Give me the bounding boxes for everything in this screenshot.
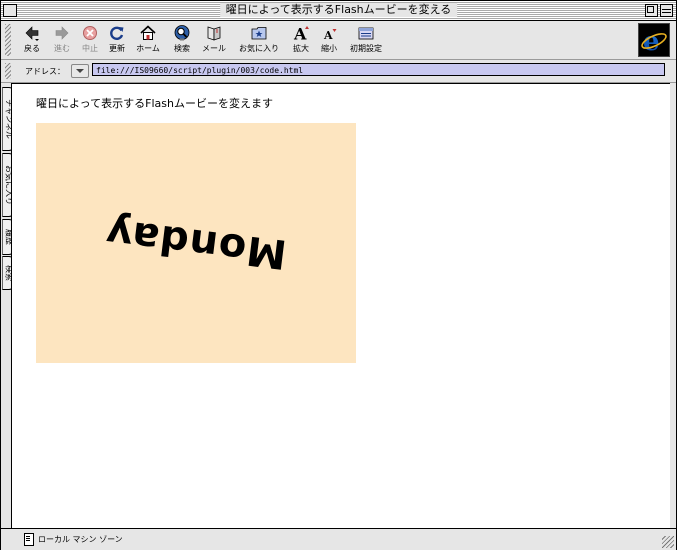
mail-button[interactable]: メール [198,24,230,54]
status-zone-text: ローカル マシン ゾーン [38,535,123,544]
home-label: ホーム [136,44,160,53]
favorites-icon [250,24,268,42]
address-bar: アドレス： file:///IS09660/script/plugin/003/… [1,60,676,83]
toolbar-grip[interactable] [5,24,11,56]
text-larger-label: 拡大 [293,44,309,53]
ie-logo-icon[interactable]: e [638,23,670,57]
svg-text:A: A [323,29,333,42]
status-bar: ローカル マシン ゾーン [1,528,676,550]
home-icon [139,24,157,42]
mail-label: メール [202,44,226,53]
browser-window: 曜日によって表示するFlashムービーを変える 戻る 進む 中止 更新 ホーム … [0,0,677,550]
favorites-button[interactable]: お気に入り [236,24,282,54]
address-input[interactable]: file:///IS09660/script/plugin/003/code.h… [92,63,665,76]
flash-movie[interactable]: Monday [36,123,356,363]
collapse-box[interactable] [660,4,673,17]
stop-label: 中止 [82,44,98,53]
page-heading: 曜日によって表示するFlashムービーを変えます [36,97,273,110]
stop-button[interactable]: 中止 [77,24,103,54]
text-smaller-icon: A [320,24,338,42]
home-button[interactable]: ホーム [133,24,163,54]
close-box[interactable] [3,4,17,17]
title-bar[interactable]: 曜日によって表示するFlashムービーを変える [1,1,676,21]
zone-icon [24,533,34,546]
back-button[interactable]: 戻る [19,24,45,54]
page-content[interactable]: 曜日によって表示するFlashムービーを変えます Monday [11,83,670,528]
preferences-label: 初期設定 [350,44,382,53]
forward-label: 進む [54,44,70,53]
text-larger-button[interactable]: A 拡大 [289,24,313,54]
refresh-label: 更新 [109,44,125,53]
back-label: 戻る [24,44,40,53]
search-icon [173,24,191,42]
address-label: アドレス： [25,67,65,76]
forward-arrow-icon [53,24,71,42]
zoom-box[interactable] [645,4,658,17]
search-button[interactable]: 検索 [169,24,195,54]
forward-button[interactable]: 進む [49,24,75,54]
stop-icon [81,24,99,42]
refresh-button[interactable]: 更新 [104,24,130,54]
text-smaller-label: 縮小 [321,44,337,53]
refresh-icon [108,24,126,42]
back-arrow-icon [23,24,41,42]
address-history-dropdown[interactable] [71,64,89,78]
window-title: 曜日によって表示するFlashムービーを変える [219,3,458,17]
address-bar-grip[interactable] [5,63,11,79]
button-toolbar: 戻る 進む 中止 更新 ホーム 検索 メール お気に入り A 拡大 A 縮小 初… [1,21,676,60]
preferences-icon [357,24,375,42]
mail-icon [205,24,223,42]
favorites-label: お気に入り [239,44,279,53]
text-smaller-button[interactable]: A 縮小 [317,24,341,54]
explorer-side-tabs: チャンネル お気に入り 履歴 検索 [1,83,15,527]
preferences-button[interactable]: 初期設定 [346,24,386,54]
search-label: 検索 [174,44,190,53]
resize-grip[interactable] [662,536,674,548]
flash-day-text: Monday [102,209,290,277]
svg-text:A: A [293,25,307,43]
text-larger-icon: A [292,24,310,44]
